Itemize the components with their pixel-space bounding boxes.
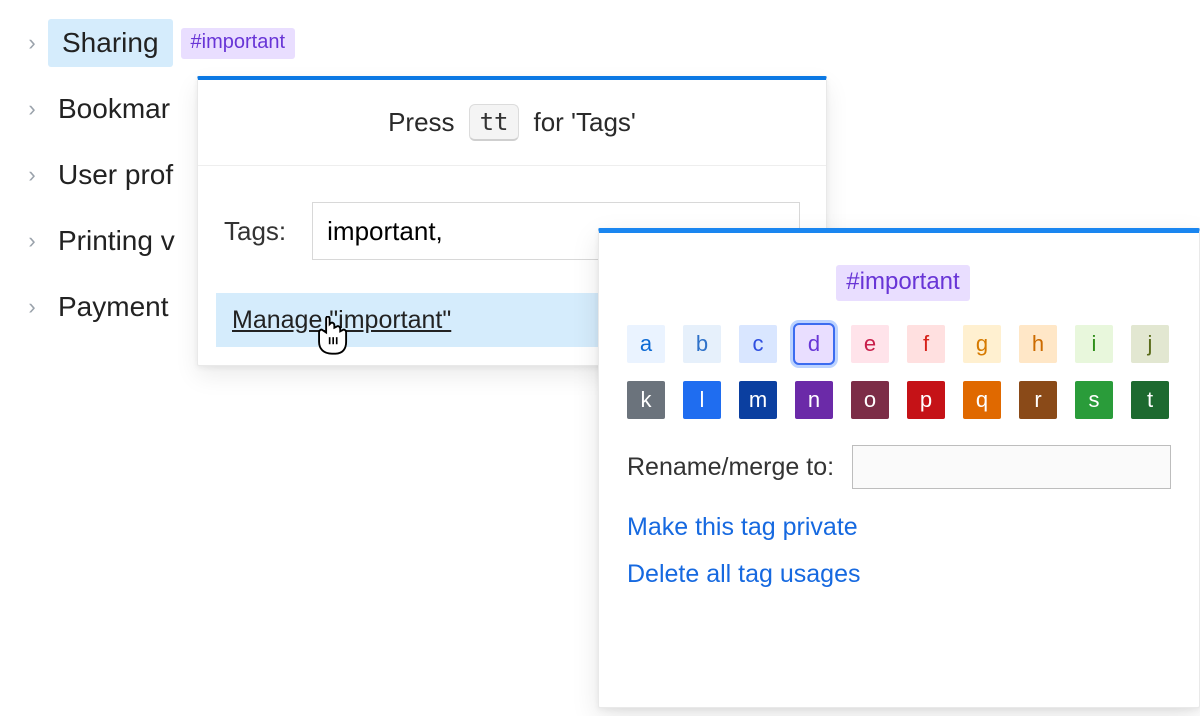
manage-tag-link[interactable]: Manage "important" <box>232 306 451 335</box>
color-swatch-p[interactable]: p <box>907 381 945 419</box>
color-swatch-f[interactable]: f <box>907 325 945 363</box>
color-swatch-n[interactable]: n <box>795 381 833 419</box>
chevron-right-icon[interactable]: › <box>16 96 48 122</box>
color-swatch-g[interactable]: g <box>963 325 1001 363</box>
color-swatch-l[interactable]: l <box>683 381 721 419</box>
chevron-right-icon[interactable]: › <box>16 30 48 56</box>
color-swatch-grid: abcdefghij klmnopqrst <box>627 325 1171 419</box>
delete-all-link[interactable]: Delete all tag usages <box>627 560 1171 589</box>
chevron-right-icon[interactable]: › <box>16 294 48 320</box>
outline-item-label: Bookmar <box>48 87 180 131</box>
color-swatch-i[interactable]: i <box>1075 325 1113 363</box>
color-swatch-d[interactable]: d <box>795 325 833 363</box>
color-swatch-m[interactable]: m <box>739 381 777 419</box>
color-swatch-q[interactable]: q <box>963 381 1001 419</box>
keyboard-key: tt <box>469 104 520 141</box>
color-swatch-c[interactable]: c <box>739 325 777 363</box>
chevron-right-icon[interactable]: › <box>16 228 48 254</box>
tags-label: Tags: <box>224 216 286 247</box>
color-swatch-e[interactable]: e <box>851 325 889 363</box>
rename-label: Rename/merge to: <box>627 453 834 482</box>
color-swatch-b[interactable]: b <box>683 325 721 363</box>
outline-item-label: Sharing <box>48 19 173 67</box>
color-swatch-a[interactable]: a <box>627 325 665 363</box>
color-swatch-h[interactable]: h <box>1019 325 1057 363</box>
chevron-right-icon[interactable]: › <box>16 162 48 188</box>
tag-manage-panel: #important abcdefghij klmnopqrst Rename/m… <box>598 228 1200 708</box>
hint-text-suffix: for 'Tags' <box>533 107 635 138</box>
tag-pill-important: #important <box>836 265 969 301</box>
color-swatch-k[interactable]: k <box>627 381 665 419</box>
outline-item-label: Printing v <box>48 219 185 263</box>
outline-item-label: User prof <box>48 153 183 197</box>
rename-input[interactable] <box>852 445 1171 489</box>
outline-item-label: Payment <box>48 285 179 329</box>
tag-pill-important[interactable]: #important <box>181 28 296 59</box>
color-swatch-j[interactable]: j <box>1131 325 1169 363</box>
outline-item-sharing[interactable]: › Sharing #important <box>16 10 816 76</box>
color-swatch-s[interactable]: s <box>1075 381 1113 419</box>
color-swatch-t[interactable]: t <box>1131 381 1169 419</box>
color-swatch-o[interactable]: o <box>851 381 889 419</box>
color-swatch-r[interactable]: r <box>1019 381 1057 419</box>
make-private-link[interactable]: Make this tag private <box>627 513 1171 542</box>
shortcut-hint: Press tt for 'Tags' <box>198 80 826 166</box>
hint-text-prefix: Press <box>388 107 454 138</box>
